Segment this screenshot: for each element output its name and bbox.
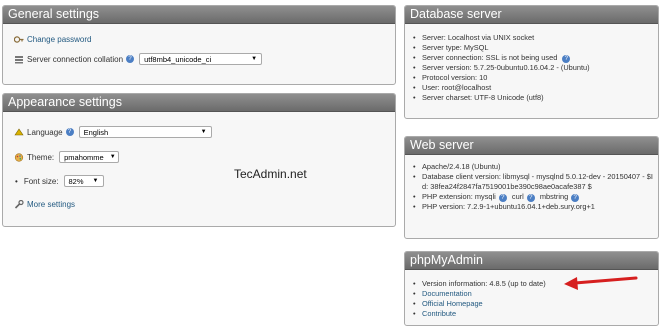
- watermark-text: TecAdmin.net: [234, 167, 307, 181]
- list-item: Server connection: SSL is not being used…: [405, 53, 658, 63]
- web-server-list: Apache/2.4.18 (Ubuntu) Database client v…: [405, 162, 655, 212]
- theme-label: Theme:: [27, 152, 55, 162]
- font-size-label: Font size:: [23, 176, 59, 186]
- phpmyadmin-list: Version information: 4.8.5 (up to date) …: [405, 279, 658, 319]
- list-item: Server type: MySQL: [405, 43, 658, 53]
- language-label: Language: [27, 127, 63, 137]
- appearance-settings-panel: Appearance settings Language ? English ▼ …: [2, 93, 396, 227]
- list-item: Server version: 5.7.25-0ubuntu0.16.04.2 …: [405, 63, 658, 73]
- list-item: Server: Localhost via UNIX socket: [405, 33, 658, 43]
- help-icon[interactable]: ?: [526, 193, 535, 202]
- help-icon[interactable]: ?: [65, 128, 74, 136]
- web-server-title: Web server: [405, 137, 658, 155]
- web-server-panel: Web server Apache/2.4.18 (Ubuntu) Databa…: [404, 136, 659, 239]
- help-icon[interactable]: ?: [562, 54, 571, 63]
- chevron-down-icon: ▼: [92, 178, 99, 184]
- official-homepage-link[interactable]: Official Homepage: [422, 299, 483, 308]
- chevron-down-icon: ▼: [109, 154, 116, 160]
- list-item: Contribute: [405, 309, 658, 319]
- list-item: Documentation: [405, 289, 658, 299]
- appearance-settings-title: Appearance settings: [3, 94, 395, 112]
- theme-select[interactable]: pmahomme ▼: [59, 151, 120, 163]
- list-item: User: root@localhost: [405, 83, 658, 93]
- database-server-title: Database server: [405, 6, 658, 24]
- list-item: PHP version: 7.2.9-1+ubuntu16.04.1+deb.s…: [405, 202, 655, 212]
- help-icon[interactable]: ?: [571, 193, 580, 202]
- version-info: Version information: 4.8.5 (up to date): [405, 279, 658, 289]
- list-item: Apache/2.4.18 (Ubuntu): [405, 162, 655, 172]
- collation-label: Server connection collation: [27, 54, 124, 64]
- database-server-list: Server: Localhost via UNIX socket Server…: [405, 33, 658, 103]
- documentation-link[interactable]: Documentation: [422, 289, 472, 298]
- change-password-link[interactable]: Change password: [27, 35, 91, 44]
- phpmyadmin-title: phpMyAdmin: [405, 252, 658, 270]
- server-icon: [14, 55, 24, 64]
- list-item: Server charset: UTF-8 Unicode (utf8): [405, 93, 658, 103]
- chevron-down-icon: ▼: [251, 56, 258, 62]
- help-icon[interactable]: ?: [126, 55, 135, 63]
- more-settings-link[interactable]: More settings: [27, 200, 75, 209]
- general-settings-title: General settings: [3, 6, 395, 24]
- list-item: PHP extension: mysqli? curl? mbstring?: [405, 192, 655, 202]
- list-item: Database client version: libmysql - mysq…: [405, 172, 655, 192]
- language-select[interactable]: English ▼: [78, 126, 212, 138]
- help-icon[interactable]: ?: [498, 193, 507, 202]
- list-item: Protocol version: 10: [405, 73, 658, 83]
- key-icon: [13, 35, 24, 44]
- font-size-select[interactable]: 82% ▼: [63, 175, 104, 187]
- list-item: Official Homepage: [405, 299, 658, 309]
- language-icon: [14, 127, 24, 137]
- phpmyadmin-panel: phpMyAdmin Version information: 4.8.5 (u…: [404, 251, 659, 326]
- database-server-panel: Database server Server: Localhost via UN…: [404, 5, 659, 119]
- general-settings-panel: General settings Change password Server …: [2, 5, 396, 85]
- theme-icon: [14, 152, 24, 162]
- chevron-down-icon: ▼: [200, 129, 207, 135]
- collation-select[interactable]: utf8mb4_unicode_ci ▼: [139, 53, 263, 65]
- wrench-icon: [14, 199, 24, 209]
- contribute-link[interactable]: Contribute: [422, 309, 456, 318]
